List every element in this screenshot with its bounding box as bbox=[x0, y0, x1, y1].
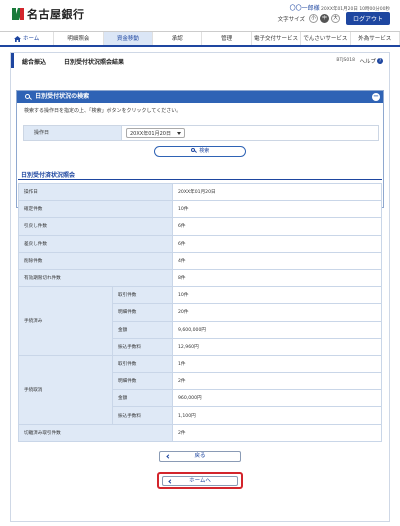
table-row: 切離済み取引件数 2件 bbox=[18, 423, 382, 442]
row-label: 切離済み取引件数 bbox=[18, 423, 173, 442]
page-title-bar: 総合振込 日別受付状況照会結果 BTJS018 ヘルプ ? bbox=[11, 53, 389, 68]
chevron-left-icon bbox=[166, 454, 171, 459]
nav-forex[interactable]: 外為サービス bbox=[351, 32, 400, 45]
row-label: 明細件数 bbox=[112, 372, 173, 391]
row-label: 取引件数 bbox=[112, 354, 173, 374]
group-label: 手続済み bbox=[18, 286, 113, 356]
date-label: 操作日 bbox=[24, 126, 122, 140]
row-value: 9,600,000円 bbox=[172, 320, 382, 339]
user-name: 〇〇一郎様 bbox=[289, 5, 320, 12]
font-size-medium-button[interactable]: 中 bbox=[319, 14, 329, 23]
font-size-label: 文字サイズ bbox=[277, 16, 305, 23]
row-value: 2件 bbox=[172, 423, 382, 442]
collapse-button[interactable]: − bbox=[372, 93, 380, 101]
bank-logo[interactable]: 名古屋銀行 bbox=[12, 6, 85, 22]
logout-button[interactable]: ログアウト bbox=[345, 12, 390, 25]
global-nav: ホーム 明細照会 資金移動 承認 管理 電子交付サービス でんさいサービス 外為… bbox=[0, 31, 400, 47]
search-panel-title: 日別受付状況の検索 bbox=[35, 93, 90, 100]
search-button-icon bbox=[190, 148, 195, 152]
result-table: 操作日 20XX年01月20日 確定件数 10件 引戻し件数 6件 差戻し件数 6件 削… bbox=[18, 182, 382, 442]
row-label: 取引件数 bbox=[112, 286, 173, 305]
row-value: 1件 bbox=[172, 354, 382, 374]
row-value: 12,960円 bbox=[172, 337, 382, 356]
table-row: 差戻し件数 6件 bbox=[18, 234, 382, 253]
row-value: 960,000円 bbox=[172, 389, 382, 408]
back-button-label: 戻る bbox=[194, 453, 206, 459]
search-button-label: 検索 bbox=[199, 148, 210, 154]
row-label: 明細件数 bbox=[112, 303, 173, 322]
row-value: 1,100円 bbox=[172, 406, 382, 425]
bank-name: 名古屋銀行 bbox=[27, 8, 85, 21]
home-button[interactable]: ホームへ bbox=[162, 476, 238, 486]
breadcrumb: 総合振込 bbox=[22, 59, 47, 66]
date-select-value: 20XX年01月20日 bbox=[130, 130, 171, 137]
table-row: 操作日 20XX年01月20日 bbox=[18, 182, 382, 202]
main-content: 総合振込 日別受付状況照会結果 BTJS018 ヘルプ ? 日別受付状況の検索 … bbox=[10, 52, 390, 522]
row-label: 金額 bbox=[112, 389, 173, 408]
nav-fund-transfer[interactable]: 資金移動 bbox=[103, 32, 154, 45]
table-row: 有効期限切れ件数 8件 bbox=[18, 268, 382, 288]
nav-home-label: ホーム bbox=[22, 35, 40, 42]
help-label: ヘルプ bbox=[359, 59, 376, 65]
nav-densai[interactable]: でんさいサービス bbox=[301, 32, 351, 45]
home-button-label: ホームへ bbox=[189, 478, 211, 484]
date-select[interactable]: 20XX年01月20日 bbox=[126, 128, 185, 138]
group-label: 手続取消 bbox=[18, 354, 113, 425]
search-icon bbox=[25, 94, 30, 99]
row-value: 2件 bbox=[172, 372, 382, 391]
chevron-left-icon bbox=[168, 478, 173, 484]
row-label: 有効期限切れ件数 bbox=[18, 268, 173, 288]
row-label: 金額 bbox=[112, 320, 173, 339]
search-description: 検索する操作日を指定の上、「検索」ボタンをクリックしてください。 bbox=[24, 108, 182, 114]
nav-management[interactable]: 管理 bbox=[202, 32, 252, 45]
table-row: 手続取消 取引件数 1件 bbox=[18, 354, 382, 425]
screen-id: BTJS018 bbox=[336, 58, 355, 63]
home-button-highlight: ホームへ bbox=[157, 472, 243, 489]
table-row: 確定件数 10件 bbox=[18, 200, 382, 219]
row-label: 振込手数料 bbox=[112, 337, 173, 356]
row-value: 10件 bbox=[172, 200, 382, 219]
result-heading: 日別受付済状況照会 bbox=[21, 172, 76, 179]
date-row: 操作日 20XX年01月20日 bbox=[23, 125, 379, 141]
row-value: 8件 bbox=[172, 268, 382, 288]
help-link[interactable]: ヘルプ ? bbox=[359, 57, 383, 65]
row-value: 20XX年01月20日 bbox=[172, 182, 382, 202]
table-row: 引戻し件数 6件 bbox=[18, 217, 382, 236]
result-divider bbox=[18, 179, 382, 180]
font-size-large-button[interactable]: 大 bbox=[330, 14, 340, 23]
nav-home[interactable]: ホーム bbox=[0, 32, 55, 45]
header-tools: 文字サイズ 小 中 大 ログアウト bbox=[278, 12, 390, 25]
chevron-down-icon bbox=[176, 131, 181, 135]
table-row: 削除件数 4件 bbox=[18, 251, 382, 270]
row-label: 引戻し件数 bbox=[18, 217, 173, 236]
table-row: 手続済み 取引件数 10件 bbox=[18, 286, 382, 356]
page-title: 日別受付状況照会結果 bbox=[64, 59, 125, 66]
bank-logo-icon bbox=[12, 8, 24, 20]
row-value: 20件 bbox=[172, 303, 382, 322]
home-icon bbox=[13, 35, 21, 42]
row-label: 振込手数料 bbox=[112, 406, 173, 425]
row-value: 6件 bbox=[172, 217, 382, 236]
row-label: 確定件数 bbox=[18, 200, 173, 219]
row-label: 削除件数 bbox=[18, 251, 173, 270]
search-button[interactable]: 検索 bbox=[154, 146, 246, 157]
row-value: 10件 bbox=[172, 286, 382, 305]
header: 名古屋銀行 〇〇一郎様 20XX年01月20日 10時00分00秒 文字サイズ … bbox=[0, 0, 400, 28]
font-size-small-button[interactable]: 小 bbox=[308, 14, 318, 23]
nav-statement[interactable]: 明細照会 bbox=[54, 32, 104, 45]
help-icon: ? bbox=[377, 58, 383, 64]
nav-approval[interactable]: 承認 bbox=[153, 32, 203, 45]
search-panel-header[interactable]: 日別受付状況の検索 − bbox=[17, 91, 383, 103]
row-label: 操作日 bbox=[18, 182, 173, 202]
row-value: 6件 bbox=[172, 234, 382, 253]
nav-e-delivery[interactable]: 電子交付サービス bbox=[252, 32, 302, 45]
row-value: 4件 bbox=[172, 251, 382, 270]
back-button[interactable]: 戻る bbox=[159, 451, 241, 462]
row-label: 差戻し件数 bbox=[18, 234, 173, 253]
user-info: 〇〇一郎様 20XX年01月20日 10時00分00秒 bbox=[290, 3, 390, 12]
